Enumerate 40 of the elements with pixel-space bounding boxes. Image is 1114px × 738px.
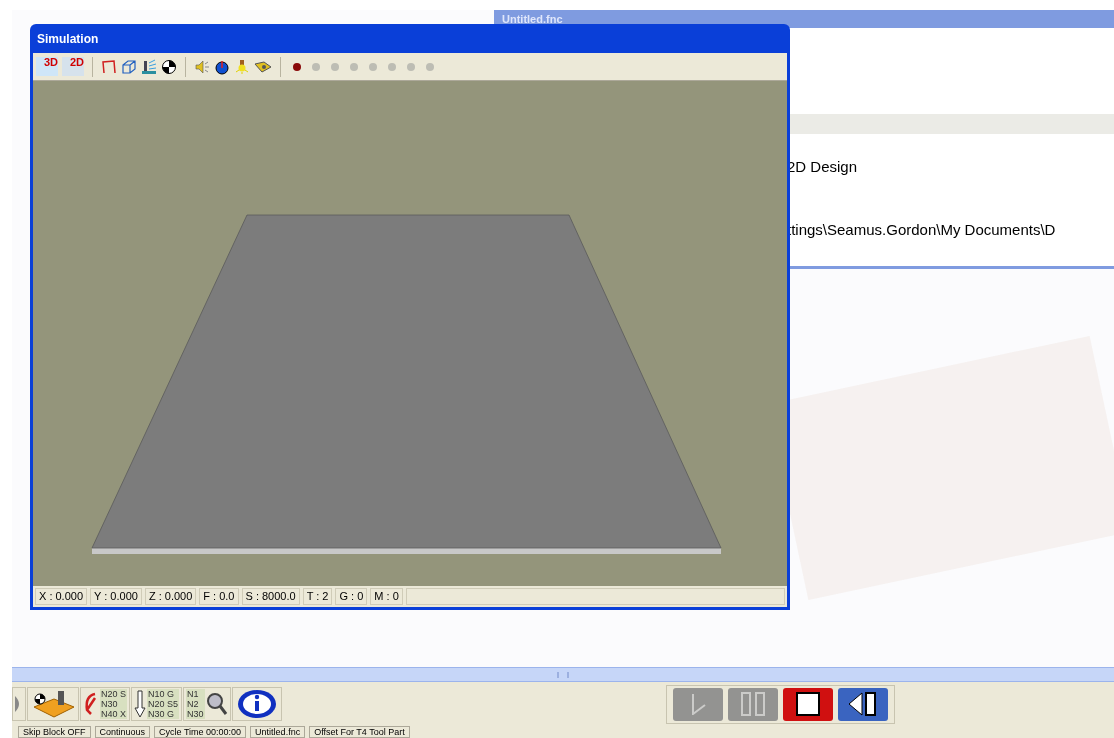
status-panel: Cycle Time 00:00:00 — [154, 726, 247, 738]
coordinate-field: T : 2 — [302, 588, 333, 605]
info-icon — [235, 689, 278, 719]
coordinate-field: G : 0 — [335, 588, 368, 605]
tool-insert-icon[interactable] — [254, 59, 272, 74]
program-button[interactable]: N20 S N30 N40 X — [80, 687, 130, 721]
stop-icon — [795, 692, 820, 716]
down-arrow-icon — [134, 690, 146, 718]
window-title: Simulation — [37, 30, 99, 48]
spray-icon[interactable] — [141, 58, 157, 75]
coordinate-field: S : 8000.0 — [241, 588, 300, 605]
info-text: ttings\Seamus.Gordon\My Documents\D — [787, 222, 1057, 237]
horizontal-scrollbar[interactable] — [12, 667, 1114, 682]
coordinate-field: Z : 0.000 — [144, 588, 197, 605]
search-program-button[interactable]: N1 N2 N30 — [183, 687, 231, 721]
rewind-icon — [847, 692, 878, 716]
machine-button[interactable] — [27, 687, 79, 721]
info-button[interactable] — [231, 687, 282, 721]
cube-icon[interactable] — [121, 58, 137, 75]
coordinate-field: X : 0.000 — [35, 588, 88, 605]
playback-button[interactable] — [837, 687, 888, 721]
step-button[interactable]: N10 G N20 S5 N30 G — [131, 687, 183, 721]
view-mode-button[interactable]: 2D — [62, 57, 84, 76]
partial-tool-button[interactable] — [12, 687, 26, 721]
playback-button[interactable] — [782, 687, 833, 721]
status-panel: Continuous — [94, 726, 151, 738]
outline-icon[interactable] — [101, 58, 117, 75]
status-panel: Offset For T4 Tool Part — [309, 726, 410, 738]
coordinate-field: Y : 0.000 — [90, 588, 142, 605]
coordinate-field: M : 0 — [370, 588, 403, 605]
status-panel: Untitled.fnc — [250, 726, 306, 738]
window-title: Untitled.fnc — [502, 13, 563, 25]
lamp-icon[interactable] — [234, 58, 250, 75]
pause-icon — [739, 692, 766, 716]
status-panel: Skip Block OFF — [18, 726, 91, 738]
coordinate-field: F : 0.0 — [199, 588, 239, 605]
view-mode-button[interactable]: 3D — [36, 57, 58, 76]
gauge-icon[interactable] — [214, 58, 230, 75]
search-icon — [205, 692, 228, 716]
datum-icon[interactable] — [161, 58, 177, 75]
